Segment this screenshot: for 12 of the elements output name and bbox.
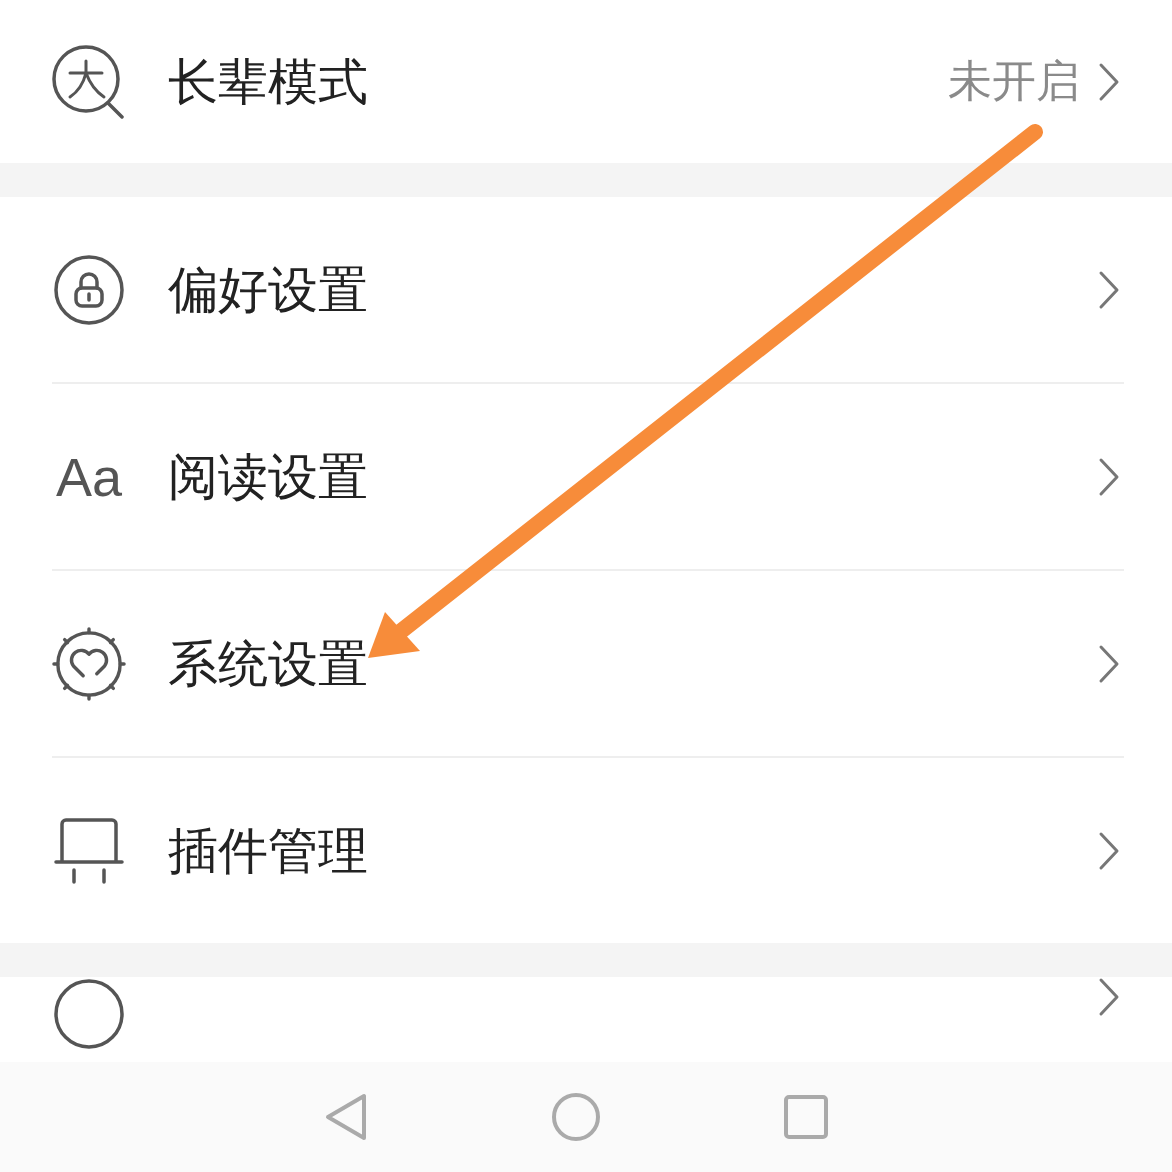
row-label: 长辈模式 [168,51,368,112]
row-label: 偏好设置 [168,259,368,320]
row-label: 系统设置 [168,633,368,694]
settings-row[interactable]: 偏好设置 [0,197,1172,382]
settings-row[interactable]: 长辈模式 未开启 [0,0,1172,163]
row-label: 阅读设置 [168,446,368,507]
settings-row[interactable]: 系统设置 [0,571,1172,756]
text-size-icon: Aa [55,449,123,504]
settings-row[interactable]: 插件管理 [0,758,1172,943]
row-label: 插件管理 [168,820,368,881]
settings-row[interactable]: Aa 阅读设置 [0,384,1172,569]
row-value: 未开启 [948,55,1080,108]
